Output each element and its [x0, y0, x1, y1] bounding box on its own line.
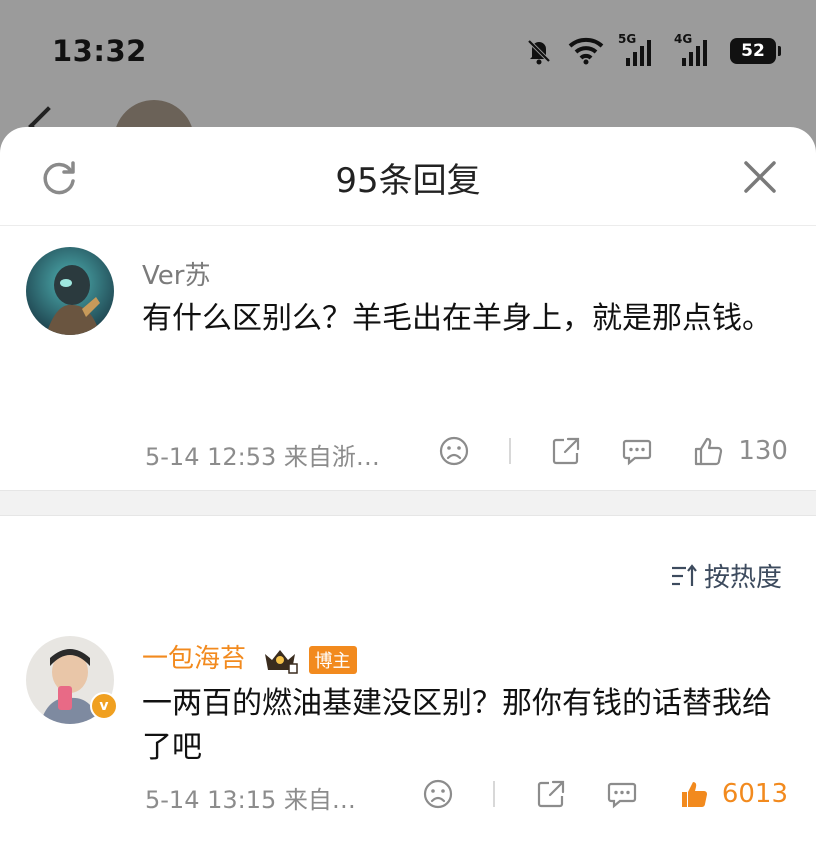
- reply-username[interactable]: 一包海苔: [142, 644, 246, 674]
- close-icon[interactable]: [740, 157, 780, 197]
- status-icons: 5G 4G 52: [524, 32, 781, 68]
- sort-icon: [671, 563, 697, 586]
- status-time: 13:32: [52, 34, 147, 68]
- sheet-header: 95条回复: [0, 127, 816, 226]
- thumbs-up-icon: [695, 437, 723, 466]
- comment-text: 有什么区别么？羊毛出在羊身上，就是那点钱。: [142, 301, 772, 336]
- reply-meta: 5-14 13:15 来自…: [145, 786, 356, 814]
- share-icon[interactable]: [535, 778, 567, 810]
- blogger-badge: 博主: [308, 645, 357, 674]
- root-comment: Ver苏 有什么区别么？羊毛出在羊身上，就是那点钱。 5-14 12:53 来自…: [0, 225, 816, 490]
- sort-label: 按热度: [703, 563, 782, 593]
- like-button[interactable]: 6013: [678, 778, 788, 810]
- crown-icon: [265, 649, 299, 674]
- dislike-face-icon[interactable]: [438, 435, 470, 467]
- sort-toggle[interactable]: 按热度: [670, 557, 782, 594]
- battery-icon: 52: [730, 38, 781, 64]
- comment-meta: 5-14 12:53 来自浙…: [145, 443, 380, 471]
- reply-actions: 6013: [422, 778, 788, 810]
- action-separator: [509, 438, 512, 464]
- like-button[interactable]: 130: [692, 435, 788, 467]
- like-count: 6013: [721, 779, 788, 809]
- reply-comment: v 一包海苔 博主 一两百的燃油基建没区别？那你有钱的话替我给了吧 5-14 1…: [0, 622, 816, 852]
- wifi-icon: [568, 37, 604, 65]
- reply-username-row: 一包海苔 博主: [142, 638, 357, 675]
- section-divider: [0, 490, 816, 516]
- dislike-face-icon[interactable]: [422, 778, 454, 810]
- signal-5g-icon: 5G: [618, 32, 660, 68]
- reply-text: 一两百的燃油基建没区别？那你有钱的话替我给了吧: [142, 686, 772, 765]
- comment-icon[interactable]: [606, 778, 638, 810]
- like-count: 130: [738, 436, 788, 466]
- signal-4g-icon: 4G: [674, 32, 716, 68]
- thumbs-up-icon: [681, 782, 707, 807]
- mute-bell-icon: [527, 39, 551, 65]
- replies-sheet: 95条回复 Ver苏 有什么区别么？羊毛出在羊身上，就是那点钱。 5-14 12…: [0, 127, 816, 863]
- status-bar: 13:32 5G 4G 52: [0, 0, 816, 100]
- comment-actions: 130: [438, 435, 788, 467]
- verified-badge: v: [90, 692, 118, 720]
- comment-username[interactable]: Ver苏: [142, 255, 210, 292]
- avatar-image: [26, 247, 114, 335]
- share-icon[interactable]: [550, 435, 582, 467]
- comment-icon[interactable]: [621, 435, 653, 467]
- sheet-title: 95条回复: [335, 161, 481, 201]
- avatar[interactable]: [26, 247, 114, 335]
- action-separator: [493, 781, 496, 807]
